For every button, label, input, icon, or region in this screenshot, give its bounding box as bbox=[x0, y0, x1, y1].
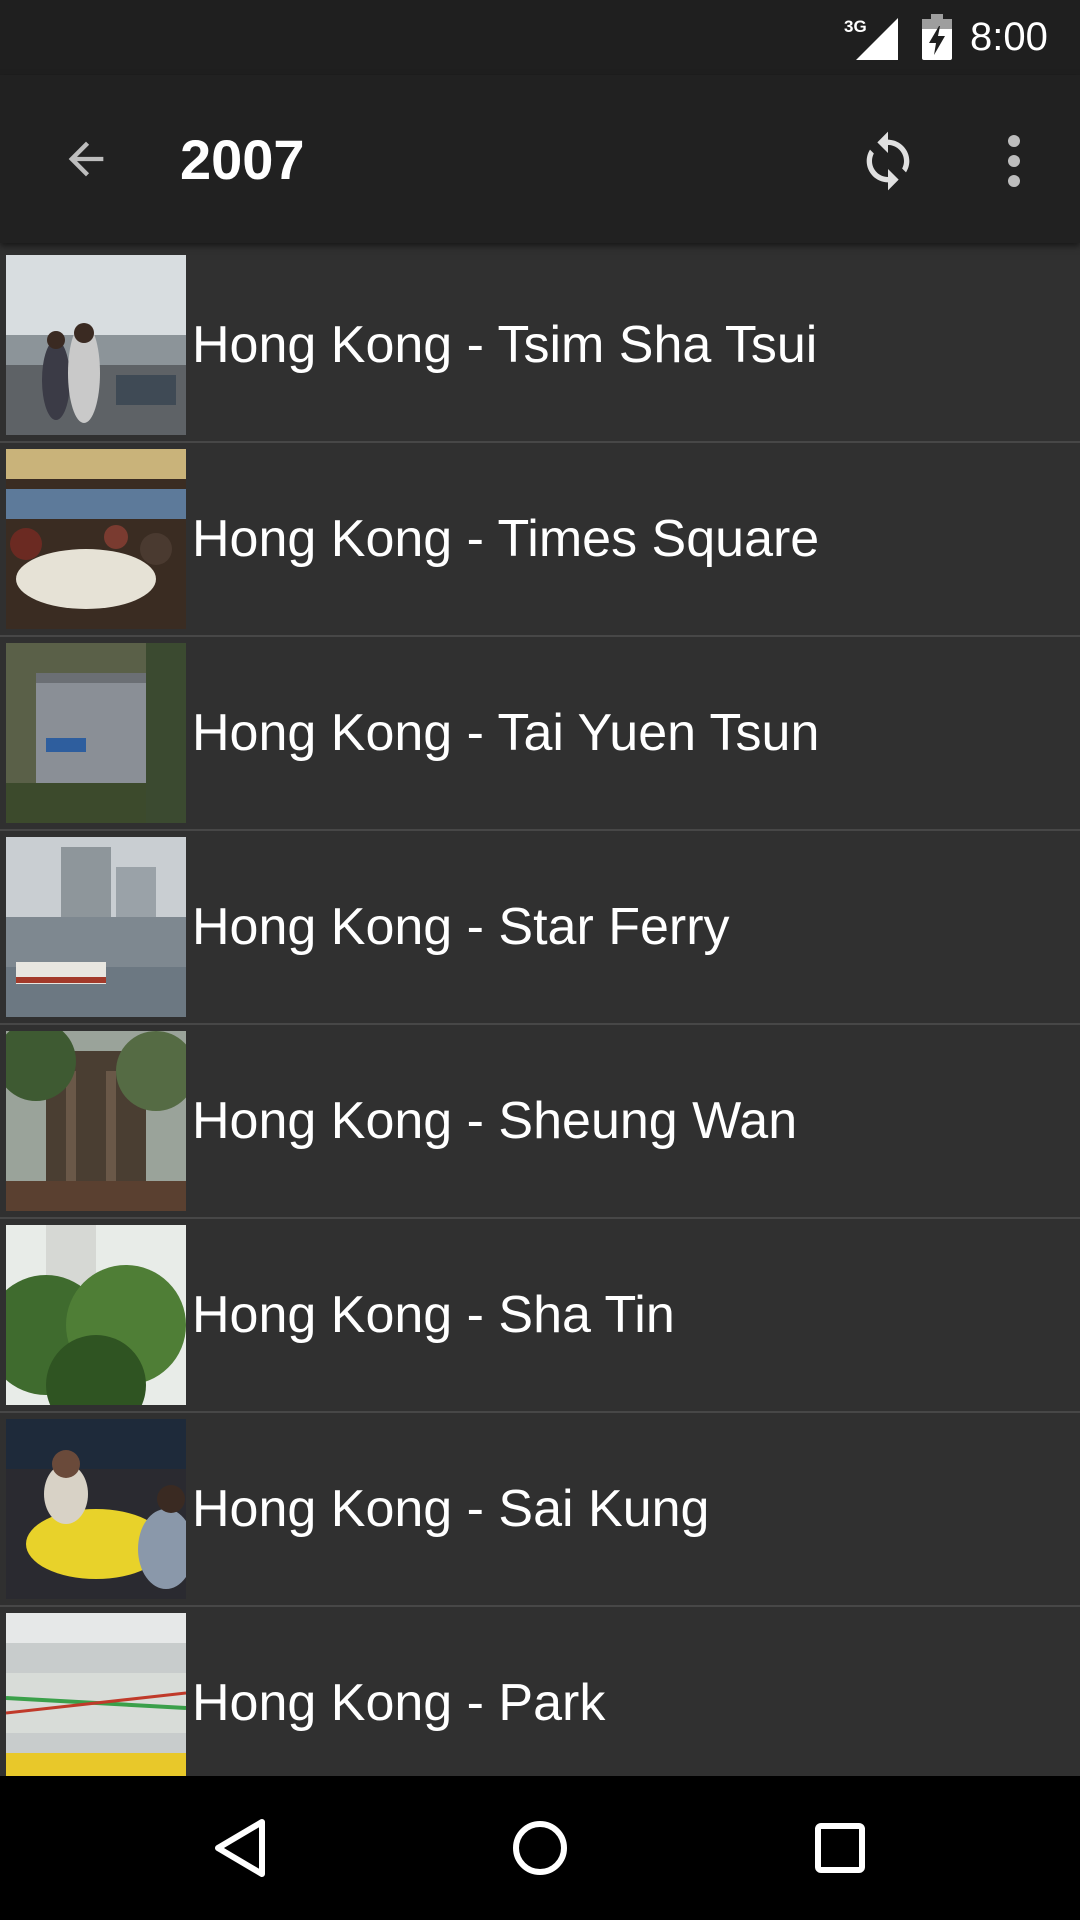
album-title: Hong Kong - Tsim Sha Tsui bbox=[192, 316, 818, 374]
battery-charging-icon bbox=[922, 14, 952, 60]
album-item[interactable]: Hong Kong - Sheung Wan bbox=[0, 1025, 1080, 1219]
album-thumbnail bbox=[6, 643, 186, 823]
screen: 3G 8:00 2007 Hong Kong - Tsim Sha Tsui H… bbox=[0, 0, 1080, 1920]
album-title: Hong Kong - Park bbox=[192, 1674, 606, 1732]
navigation-bar bbox=[0, 1776, 1080, 1920]
album-thumbnail bbox=[6, 255, 186, 435]
album-item[interactable]: Hong Kong - Sha Tin bbox=[0, 1219, 1080, 1413]
album-item[interactable]: Hong Kong - Times Square bbox=[0, 443, 1080, 637]
album-thumbnail bbox=[6, 1419, 186, 1599]
sync-button[interactable] bbox=[846, 119, 930, 203]
back-button[interactable] bbox=[46, 119, 126, 199]
album-item[interactable]: Hong Kong - Tsim Sha Tsui bbox=[0, 249, 1080, 443]
sync-icon bbox=[866, 131, 910, 191]
app-bar: 2007 bbox=[0, 75, 1080, 243]
more-vert-icon bbox=[1008, 135, 1020, 187]
more-options-button[interactable] bbox=[974, 119, 1054, 203]
album-title: Hong Kong - Tai Yuen Tsun bbox=[192, 704, 820, 762]
album-title: Hong Kong - Sai Kung bbox=[192, 1480, 710, 1538]
album-item[interactable]: Hong Kong - Park bbox=[0, 1607, 1080, 1776]
signal-3g-icon: 3G bbox=[844, 17, 898, 60]
nav-recents-icon bbox=[815, 1823, 865, 1873]
status-bar: 3G 8:00 bbox=[0, 0, 1080, 75]
album-thumbnail bbox=[6, 1225, 186, 1405]
page-title: 2007 bbox=[180, 128, 305, 191]
nav-back-icon bbox=[215, 1819, 265, 1877]
album-thumbnail bbox=[6, 837, 186, 1017]
album-item[interactable]: Hong Kong - Star Ferry bbox=[0, 831, 1080, 1025]
svg-text:3G: 3G bbox=[844, 17, 867, 36]
album-item[interactable]: Hong Kong - Tai Yuen Tsun bbox=[0, 637, 1080, 831]
album-item[interactable]: Hong Kong - Sai Kung bbox=[0, 1413, 1080, 1607]
album-title: Hong Kong - Sheung Wan bbox=[192, 1092, 798, 1150]
album-thumbnail bbox=[6, 449, 186, 629]
album-thumbnail bbox=[6, 1031, 186, 1211]
album-title: Hong Kong - Times Square bbox=[192, 510, 820, 568]
album-title: Hong Kong - Star Ferry bbox=[192, 898, 730, 956]
album-title: Hong Kong - Sha Tin bbox=[192, 1286, 675, 1344]
album-list[interactable]: Hong Kong - Tsim Sha Tsui Hong Kong - Ti… bbox=[0, 243, 1080, 1776]
nav-home-button[interactable] bbox=[490, 1798, 590, 1898]
arrow-back-icon bbox=[68, 141, 104, 177]
status-clock: 8:00 bbox=[970, 15, 1048, 59]
album-thumbnail bbox=[6, 1613, 186, 1776]
nav-back-button[interactable] bbox=[190, 1798, 290, 1898]
nav-recents-button[interactable] bbox=[790, 1798, 890, 1898]
nav-home-icon bbox=[513, 1821, 567, 1875]
